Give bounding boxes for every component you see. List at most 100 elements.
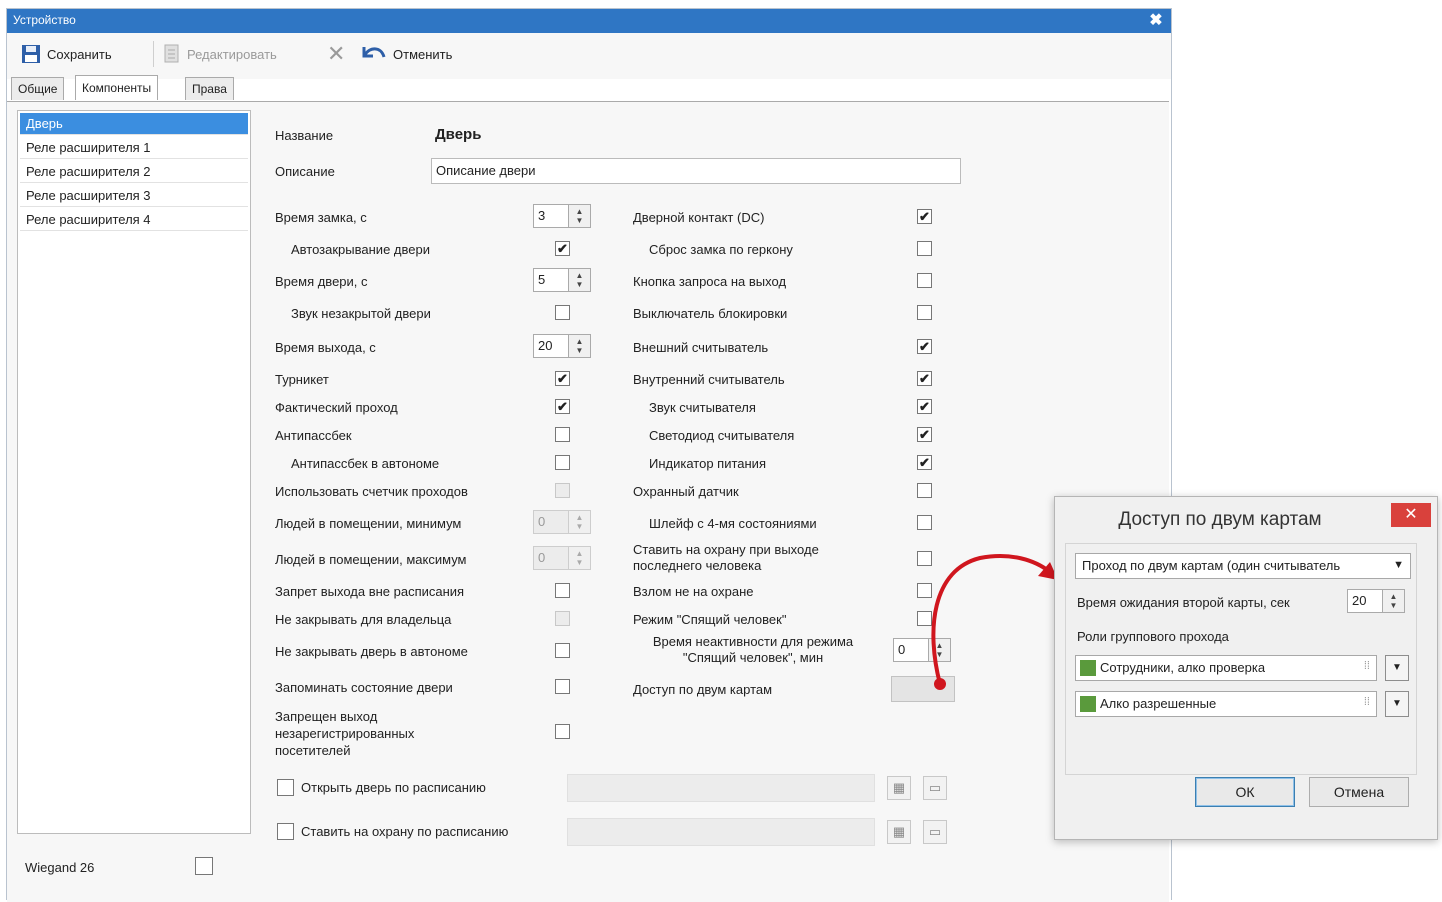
exit-time-value[interactable]: 20: [533, 334, 569, 358]
role-1-value: Сотрудники, алко проверка: [1100, 660, 1266, 675]
people-max-stepper[interactable]: 0 ▲ ▼: [533, 546, 591, 570]
antipassback-auto-checkbox[interactable]: [555, 455, 570, 470]
dialog-title: Доступ по двум картам: [1118, 509, 1322, 530]
edit-button[interactable]: Редактировать: [163, 43, 277, 65]
cancel-button[interactable]: Отмена: [1309, 777, 1409, 807]
door-contact-label: Дверной контакт (DC): [633, 210, 765, 225]
exit-ban-label: Запрет выхода вне расписания: [275, 584, 465, 599]
people-max-value[interactable]: 0: [533, 546, 569, 570]
spin-arrows-icon[interactable]: ▲ ▼: [1383, 589, 1405, 613]
description-input[interactable]: Описание двери: [431, 158, 961, 184]
lock-time-label: Время замка, с: [275, 210, 367, 225]
group-users-icon: [1080, 696, 1096, 712]
turnstile-label: Турникет: [275, 372, 329, 387]
spin-arrows-icon[interactable]: ▲ ▼: [569, 204, 591, 228]
remember-state-checkbox[interactable]: [555, 679, 570, 694]
close-icon[interactable]: ✖: [1145, 11, 1167, 31]
tab-content: Дверь Реле расширителя 1 Реле расширител…: [7, 101, 1169, 902]
wiegand-checkbox[interactable]: [195, 857, 213, 875]
exit-ban-checkbox[interactable]: [555, 583, 570, 598]
list-item-door[interactable]: Дверь: [20, 113, 248, 135]
wait-time-stepper[interactable]: 20 ▲ ▼: [1347, 589, 1405, 613]
group-users-icon: [1080, 660, 1096, 676]
loop4-checkbox[interactable]: [917, 515, 932, 530]
two-cards-mode-select[interactable]: Проход по двум картам (один считыватель …: [1075, 553, 1411, 579]
antipassback-checkbox[interactable]: [555, 427, 570, 442]
exit-time-stepper[interactable]: 20 ▲ ▼: [533, 334, 591, 358]
no-close-auto-checkbox[interactable]: [555, 643, 570, 658]
use-counter-checkbox[interactable]: [555, 483, 570, 498]
spin-arrows-icon[interactable]: ▲ ▼: [569, 510, 591, 534]
no-close-owner-label: Не закрывать для владельца: [275, 612, 452, 627]
exit-button-checkbox[interactable]: [917, 273, 932, 288]
block-switch-checkbox[interactable]: [917, 305, 932, 320]
open-schedule-checkbox[interactable]: [277, 779, 294, 796]
reader-led-checkbox[interactable]: ✔: [917, 427, 932, 442]
block-switch-label: Выключатель блокировки: [633, 306, 788, 321]
lock-time-stepper[interactable]: 3 ▲ ▼: [533, 204, 591, 228]
role-select-1[interactable]: Сотрудники, алко проверка ⁞⁞: [1075, 655, 1377, 681]
floppy-disk-icon: [22, 45, 40, 63]
power-indicator-label: Индикатор питания: [649, 456, 766, 471]
open-schedule-field[interactable]: [567, 774, 875, 802]
reed-reset-label: Сброс замка по геркону: [649, 242, 793, 257]
sleeping-mode-label: Режим "Спящий человек": [633, 612, 787, 627]
arm-schedule-checkbox[interactable]: [277, 823, 294, 840]
delete-icon[interactable]: ✕: [327, 41, 345, 66]
unclosed-sound-checkbox[interactable]: [555, 305, 570, 320]
spin-arrows-icon[interactable]: ▲ ▼: [569, 268, 591, 292]
list-item-relay-3[interactable]: Реле расширителя 3: [20, 185, 248, 207]
calendar-icon[interactable]: ▦: [887, 776, 911, 800]
door-time-stepper[interactable]: 5 ▲ ▼: [533, 268, 591, 292]
unreg-exit-checkbox[interactable]: [555, 724, 570, 739]
ext-reader-label: Внешний считыватель: [633, 340, 769, 355]
spin-arrows-icon[interactable]: ▲ ▼: [569, 546, 591, 570]
role-select-2[interactable]: Алко разрешенные ⁞⁞: [1075, 691, 1377, 717]
guard-sensor-checkbox[interactable]: [917, 483, 932, 498]
toolbar-separator: [153, 41, 154, 67]
arm-schedule-field[interactable]: [567, 818, 875, 846]
people-min-stepper[interactable]: 0 ▲ ▼: [533, 510, 591, 534]
power-indicator-checkbox[interactable]: ✔: [917, 455, 932, 470]
people-min-value[interactable]: 0: [533, 510, 569, 534]
tab-general[interactable]: Общие: [11, 77, 65, 100]
no-close-owner-checkbox[interactable]: [555, 611, 570, 626]
antipassback-auto-label: Антипассбек в автономе: [291, 456, 440, 471]
folder-icon[interactable]: ▭: [923, 820, 947, 844]
no-close-auto-label: Не закрывать дверь в автономе: [275, 644, 468, 659]
list-item-relay-2[interactable]: Реле расширителя 2: [20, 161, 248, 183]
component-list[interactable]: Дверь Реле расширителя 1 Реле расширител…: [17, 110, 251, 834]
folder-icon[interactable]: ▭: [923, 776, 947, 800]
reader-sound-checkbox[interactable]: ✔: [917, 399, 932, 414]
role-1-dropdown-button[interactable]: ▼: [1385, 655, 1409, 681]
save-button[interactable]: Сохранить: [21, 43, 112, 65]
reed-reset-checkbox[interactable]: [917, 241, 932, 256]
edit-label: Редактировать: [187, 46, 277, 62]
exit-button-label: Кнопка запроса на выход: [633, 274, 787, 289]
spin-arrows-icon[interactable]: ▲ ▼: [569, 334, 591, 358]
lock-time-value[interactable]: 3: [533, 204, 569, 228]
door-contact-checkbox[interactable]: ✔: [917, 209, 932, 224]
window-title: Устройство: [13, 13, 76, 27]
actual-pass-checkbox[interactable]: ✔: [555, 399, 570, 414]
title-bar: Устройство ✖: [7, 9, 1171, 33]
ok-button[interactable]: ОК: [1195, 777, 1295, 807]
cancel-button[interactable]: Отменить: [361, 43, 452, 65]
calendar-icon[interactable]: ▦: [887, 820, 911, 844]
tab-rights[interactable]: Права: [185, 77, 234, 100]
auto-close-checkbox[interactable]: ✔: [555, 241, 570, 256]
int-reader-checkbox[interactable]: ✔: [917, 371, 932, 386]
wiegand-label: Wiegand 26: [25, 860, 95, 875]
list-item-relay-1[interactable]: Реле расширителя 1: [20, 137, 248, 159]
exit-time-label: Время выхода, с: [275, 340, 376, 355]
ext-reader-checkbox[interactable]: ✔: [917, 339, 932, 354]
close-icon[interactable]: ✕: [1391, 503, 1431, 527]
tab-components[interactable]: Компоненты: [75, 75, 159, 100]
loop4-label: Шлейф с 4-мя состояниями: [649, 516, 817, 531]
list-item-relay-4[interactable]: Реле расширителя 4: [20, 209, 248, 231]
turnstile-checkbox[interactable]: ✔: [555, 371, 570, 386]
role-2-dropdown-button[interactable]: ▼: [1385, 691, 1409, 717]
name-label: Название: [275, 128, 334, 143]
door-time-value[interactable]: 5: [533, 268, 569, 292]
wait-time-value[interactable]: 20: [1347, 589, 1383, 613]
